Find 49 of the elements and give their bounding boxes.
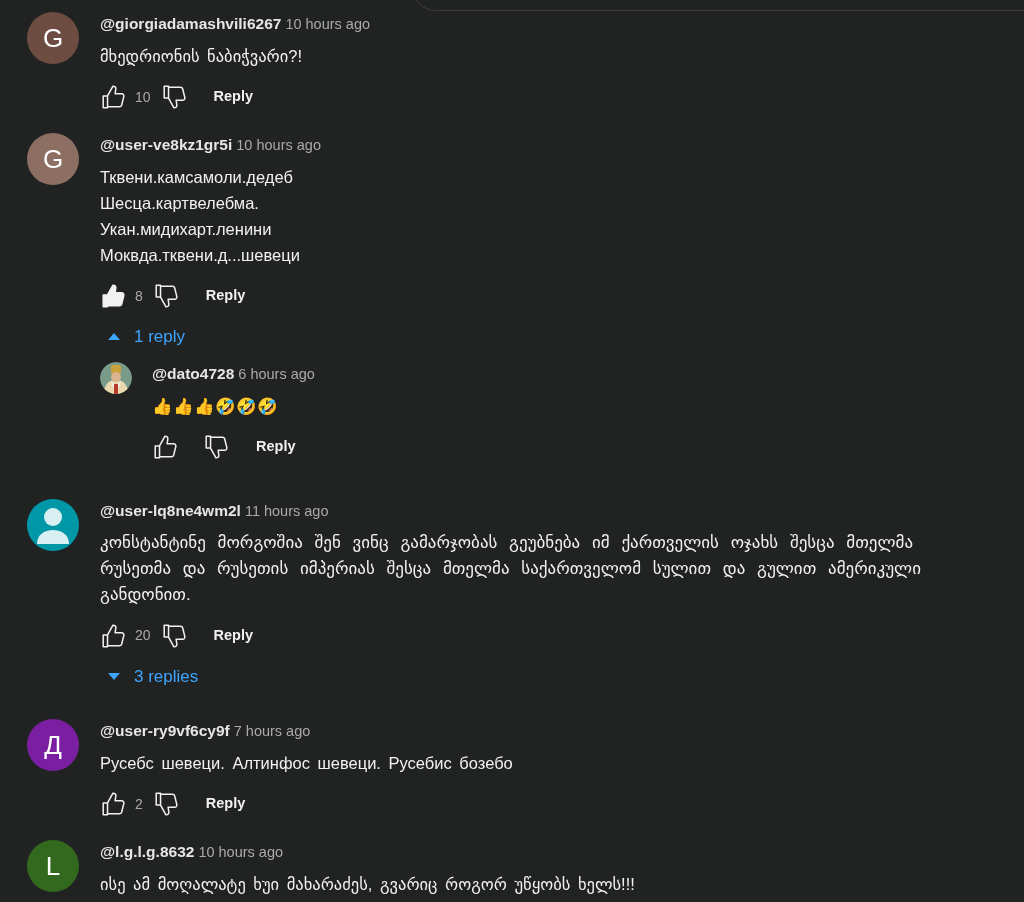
reply-button[interactable]: Reply [252, 429, 300, 464]
author-name[interactable]: @user-ve8kz1gr5i [100, 136, 233, 153]
comment-text: მხედრიონის ნაბიჭვარი?! [100, 46, 304, 68]
dislike-button[interactable] [160, 622, 188, 649]
caret-icon [108, 672, 120, 680]
comment-text: Моквда.тквени.д...шевеци [100, 245, 301, 266]
like-button[interactable] [100, 791, 127, 817]
like-count: 10 [135, 87, 151, 107]
like-count: 2 [135, 794, 143, 814]
like-count: 20 [135, 626, 151, 645]
like-button[interactable] [100, 622, 127, 649]
comment-text: 👍👍👍🤣🤣🤣 [152, 395, 279, 417]
timestamp[interactable]: 11 hours ago [244, 502, 329, 519]
author-name[interactable]: @l.g.l.g.8632 [100, 843, 195, 860]
replies-toggle[interactable]: 1 reply [100, 318, 194, 356]
author-name[interactable]: @user-lq8ne4wm2l [100, 501, 241, 519]
timestamp[interactable]: 10 hours ago [285, 16, 371, 32]
timestamp[interactable]: 10 hours ago [236, 137, 321, 153]
avatar-letter: G [42, 142, 64, 176]
timestamp[interactable]: 6 hours ago [238, 365, 315, 382]
comment-text: Тквени.камсамоли.дедеб [100, 167, 294, 188]
reply-button[interactable]: Reply [209, 618, 258, 653]
replies-toggle[interactable]: 3 replies [100, 657, 207, 695]
avatar-letter: Д [44, 728, 62, 762]
caret-icon [108, 333, 120, 341]
dislike-button[interactable] [152, 283, 180, 309]
dislike-button[interactable] [152, 791, 180, 817]
dislike-button[interactable] [160, 84, 188, 110]
avatar-letter: L [45, 849, 61, 883]
person-icon [37, 505, 69, 544]
avatar-letter: G [42, 21, 64, 55]
author-name[interactable]: @dato4728 [152, 364, 235, 382]
reply-button[interactable]: Reply [201, 279, 250, 313]
like-button[interactable] [100, 84, 127, 110]
comment-text: Укан.мидихарт.ленини [100, 219, 273, 240]
comment-text: კონსტანტინე მორგოშია შენ ვინც გამარჯობას გეუბნება იმ ქართველის ოჯახს შესცა მთელმა რუსეთმა და რუსეთის იმპერიას შესცა მთელმა საქართველომ სულით და გულით ამერიკული განდონით. [100, 531, 922, 606]
comment-text: Шесца.картвелебма. [100, 193, 260, 214]
author-name[interactable]: @giorgiadamashvili6267 [100, 15, 282, 32]
timestamp[interactable]: 7 hours ago [233, 723, 311, 739]
dislike-button[interactable] [203, 433, 230, 460]
reply-button[interactable]: Reply [201, 787, 250, 821]
reply-button[interactable]: Reply [209, 80, 258, 114]
author-name[interactable]: @user-ry9vf6cy9f [100, 722, 230, 739]
like-count: 8 [135, 286, 143, 306]
like-button[interactable] [100, 283, 127, 309]
comment-text: ისე ამ მოღალატე ხუი მახარაძეს, გვარიც როგორ უწყობს ხელს!!! [100, 874, 636, 896]
like-button[interactable] [152, 433, 179, 460]
timestamp[interactable]: 10 hours ago [198, 844, 284, 860]
comment-text: Русебс шевеци. Алтинфос шевеци. Русебис бозебо [100, 753, 514, 774]
